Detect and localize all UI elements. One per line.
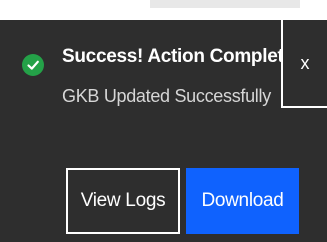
top-edge-shadow: [150, 0, 300, 8]
close-icon[interactable]: x: [283, 20, 327, 106]
download-button[interactable]: Download: [186, 168, 299, 234]
view-logs-button[interactable]: View Logs: [66, 168, 180, 234]
notification-title: Success! Action Completed: [62, 46, 306, 67]
close-button[interactable]: x: [281, 18, 327, 108]
bottom-edge: [0, 234, 327, 242]
notification-subtitle: GKB Updated Successfully: [62, 86, 271, 106]
top-edge: [0, 0, 327, 20]
checkmark-circle-icon: [22, 54, 44, 76]
success-notification: Success! Action Completed GKB Updated Su…: [0, 0, 327, 242]
